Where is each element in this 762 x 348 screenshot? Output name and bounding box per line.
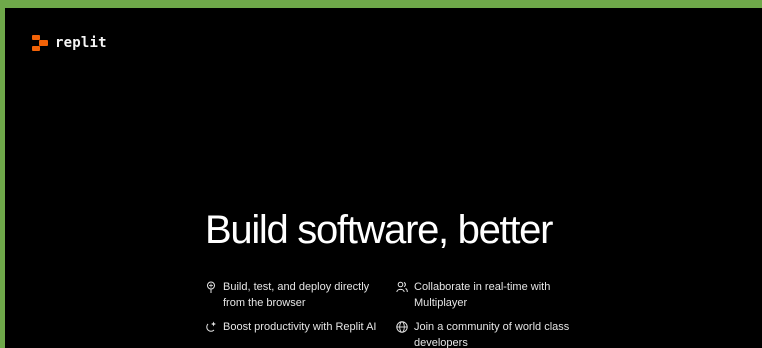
ai-sparkle-icon [206,321,216,332]
brand-name: replit [55,35,107,51]
users-icon [396,281,408,293]
feature-collaborate: Collaborate in real-time with Multiplaye… [396,279,584,311]
feature-text: Build, test, and deploy directly from th… [223,281,370,309]
hero-headline: Build software, better [205,208,553,252]
page-frame: replit Build software, better Build, tes… [5,8,762,348]
feature-text: Join a community of world class develope… [414,321,570,348]
feature-text: Boost productivity with Replit AI [223,321,377,333]
replit-logo[interactable]: replit [32,35,107,51]
feature-replit-ai: Boost productivity with Replit AI [206,319,393,335]
globe-icon [396,321,408,333]
replit-logo-icon [32,35,48,51]
balloon-icon [207,281,215,293]
feature-build-deploy: Build, test, and deploy directly from th… [207,279,393,311]
feature-text: Collaborate in real-time with Multiplaye… [414,281,551,309]
feature-community: Join a community of world class develope… [396,319,584,348]
